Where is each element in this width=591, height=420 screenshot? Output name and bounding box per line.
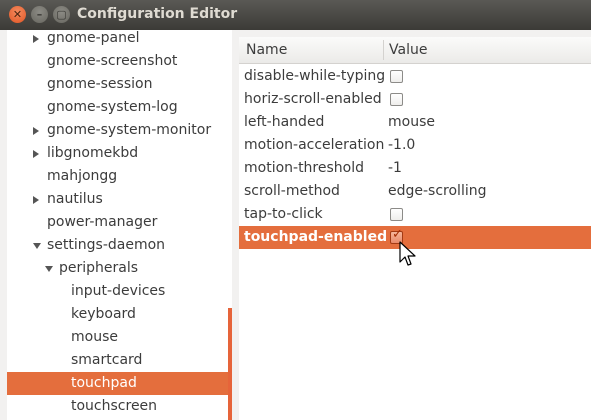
table-row[interactable]: scroll-method edge-scrolling <box>239 180 591 203</box>
tree-item[interactable]: gnome-panel <box>7 30 229 50</box>
tree-item-label: settings-daemon <box>47 237 166 253</box>
tree-item-label: nautilus <box>47 191 103 207</box>
key-name: left-handed <box>244 114 325 130</box>
tree-item-label: mouse <box>71 329 118 345</box>
maximize-icon[interactable]: ▢ <box>53 6 70 23</box>
key-name: scroll-method <box>244 183 340 199</box>
tree-item-label: touchscreen <box>71 398 158 414</box>
tree-item[interactable]: mahjongg <box>7 165 229 188</box>
tree-item-label: power-manager <box>47 214 158 230</box>
tree-item-label: gnome-panel <box>47 30 140 46</box>
expander-collapsed-icon[interactable] <box>33 35 39 43</box>
key-name: horiz-scroll-enabled <box>244 91 382 107</box>
tree-item-label: input-devices <box>71 283 166 299</box>
key-name: motion-threshold <box>244 160 365 176</box>
tree-item[interactable]: gnome-session <box>7 73 229 96</box>
value-checkbox[interactable] <box>390 70 403 83</box>
table-row[interactable]: tap-to-click <box>239 203 591 226</box>
tree-item[interactable]: mouse <box>7 326 229 349</box>
key-value[interactable]: -1.0 <box>388 134 415 157</box>
tree-item[interactable]: nautilus <box>7 188 229 211</box>
tree-item-label: gnome-system-monitor <box>47 122 212 138</box>
table-row[interactable]: left-handed mouse <box>239 111 591 134</box>
column-separator[interactable] <box>383 40 384 60</box>
key-value[interactable]: -1 <box>388 157 402 180</box>
key-name: motion-acceleration <box>244 137 385 153</box>
key-name: disable-while-typing <box>244 68 386 84</box>
tree-item[interactable]: input-devices <box>7 280 229 303</box>
tree-item[interactable]: keyboard <box>7 303 229 326</box>
tree-item[interactable]: gnome-system-monitor <box>7 119 229 142</box>
key-name: touchpad-enabled <box>244 229 388 245</box>
tree-item[interactable]: smartcard <box>7 349 229 372</box>
tree-item-label: peripherals <box>59 260 139 276</box>
tree-item[interactable]: peripherals <box>7 257 229 280</box>
key-value[interactable]: edge-scrolling <box>388 180 487 203</box>
tree-item-label: touchpad <box>71 375 137 391</box>
expander-expanded-icon[interactable] <box>33 243 41 249</box>
table-row[interactable]: disable-while-typing <box>239 65 591 88</box>
table-row[interactable]: motion-threshold -1 <box>239 157 591 180</box>
window-title: Configuration Editor <box>77 6 238 22</box>
table-row[interactable]: motion-acceleration -1.0 <box>239 134 591 157</box>
mouse-cursor-icon <box>399 241 416 266</box>
tree-item-label: smartcard <box>71 352 143 368</box>
tree-item[interactable]: settings-daemon <box>7 234 229 257</box>
expander-collapsed-icon[interactable] <box>33 196 39 204</box>
tree-item-label: gnome-session <box>47 76 153 92</box>
tree-item-label: keyboard <box>71 306 136 322</box>
tree-item[interactable]: gnome-system-log <box>7 96 229 119</box>
tree-item-label: gnome-system-log <box>47 99 178 115</box>
tree-item-label: libgnomekbd <box>47 145 139 161</box>
key-name: tap-to-click <box>244 206 323 222</box>
tree-item[interactable]: gnome-screenshot <box>7 50 229 73</box>
title-bar: ✕ – ▢ Configuration Editor <box>0 0 591 30</box>
table-row[interactable]: horiz-scroll-enabled <box>239 88 591 111</box>
tree-item-label: gnome-screenshot <box>47 53 178 69</box>
expander-collapsed-icon[interactable] <box>33 127 39 135</box>
tree-item[interactable]: libgnomekbd <box>7 142 229 165</box>
minimize-icon[interactable]: – <box>31 6 48 23</box>
expander-expanded-icon[interactable] <box>45 266 53 272</box>
tree-item[interactable]: touchscreen <box>7 395 229 418</box>
column-header-value[interactable]: Value <box>389 37 427 63</box>
tree-scrollbar[interactable] <box>228 308 232 420</box>
keys-table: Name Value disable-while-typing horiz-scr… <box>239 37 591 420</box>
table-header: Name Value <box>239 37 591 64</box>
tree-item-label: mahjongg <box>47 168 118 184</box>
value-checkbox[interactable] <box>390 208 403 221</box>
expander-collapsed-icon[interactable] <box>33 150 39 158</box>
close-icon[interactable]: ✕ <box>9 6 26 23</box>
key-value[interactable]: mouse <box>388 111 435 134</box>
value-checkbox[interactable] <box>390 93 403 106</box>
column-header-name[interactable]: Name <box>246 37 287 63</box>
tree-item[interactable]: power-manager <box>7 211 229 234</box>
tree-item[interactable]: touchpad <box>7 372 229 395</box>
schema-tree[interactable]: gnome-panel gnome-screenshot gnome-session… <box>7 30 232 420</box>
